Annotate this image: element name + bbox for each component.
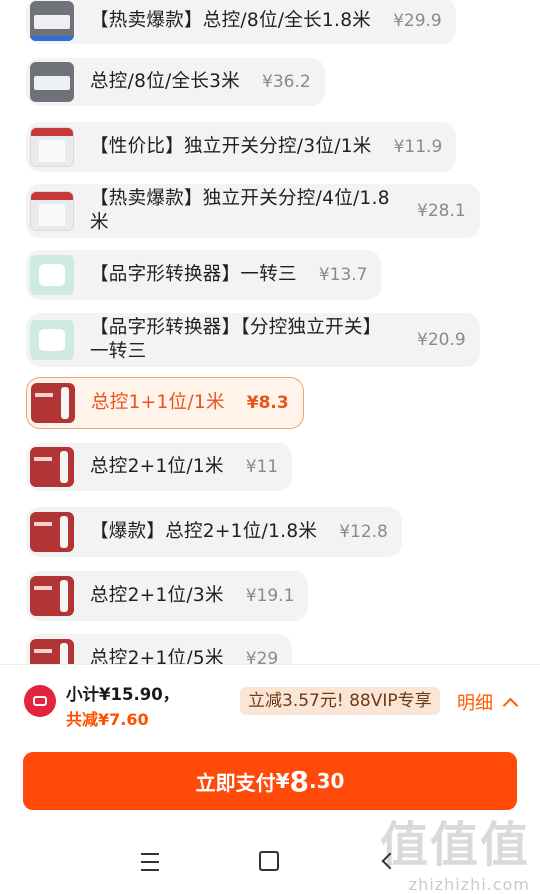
sku-option-name: 【热卖爆款】总控/8位/全长1.8米 <box>90 10 372 31</box>
sku-option-name: 总控/8位/全长3米 <box>90 71 241 92</box>
pay-currency: ¥ <box>275 769 290 793</box>
product-thumbnail <box>30 447 74 487</box>
sku-option-price: ¥29.9 <box>393 11 442 31</box>
sku-option[interactable]: 【品字形转换器】【分控独立开关】一转三 ¥20.9 <box>26 313 480 367</box>
product-thumbnail <box>30 639 74 664</box>
sku-option[interactable]: 【热卖爆款】独立开关分控/4位/1.8米 ¥28.1 <box>26 184 480 238</box>
checkout-footer: 小计¥15.90， 共减¥7.60 立减3.57元! 88VIP专享 明细 立即… <box>0 664 540 894</box>
pay-label: 立即支付 <box>195 770 276 795</box>
product-thumbnail <box>30 255 74 295</box>
sku-option-name: 总控2+1位/5米 <box>90 648 224 664</box>
detail-label: 明细 <box>457 693 493 714</box>
product-thumbnail <box>30 320 74 360</box>
product-thumbnail <box>30 191 74 231</box>
chevron-up-icon <box>502 697 519 713</box>
product-thumbnail <box>30 62 74 102</box>
sku-option-price: ¥28.1 <box>417 201 466 221</box>
sku-option-price: ¥29 <box>245 649 279 664</box>
home-icon[interactable] <box>259 851 279 871</box>
pay-amount-decimal: .30 <box>308 769 345 793</box>
sku-option-selected[interactable]: 总控1+1位/1米 ¥8.3 <box>26 377 304 429</box>
product-thumbnail <box>31 383 75 423</box>
vip-promo-badge: 立减3.57元! 88VIP专享 <box>240 687 440 715</box>
sku-option[interactable]: 总控2+1位/1米 ¥11 <box>26 443 293 491</box>
system-nav-bar <box>0 843 540 891</box>
sku-option-price: ¥20.9 <box>417 330 466 350</box>
product-thumbnail <box>30 127 74 167</box>
product-thumbnail <box>30 512 74 552</box>
sku-option[interactable]: 【热卖爆款】总控/8位/全长1.8米 ¥29.9 <box>26 0 456 44</box>
sku-option[interactable]: 【爆款】总控2+1位/1.8米 ¥12.8 <box>26 507 402 557</box>
sku-option-list: 【热卖爆款】总控/8位/全长1.8米 ¥29.9 总控/8位/全长3米 ¥36.… <box>0 0 540 664</box>
sku-option-price: ¥11 <box>245 457 279 477</box>
pay-now-button[interactable]: 立即支付 ¥ 8 .30 <box>23 752 517 810</box>
pay-amount-integer: 8 <box>289 764 309 798</box>
sku-option[interactable]: 总控/8位/全长3米 ¥36.2 <box>26 58 325 106</box>
product-thumbnail <box>30 576 74 616</box>
sku-option[interactable]: 【品字形转换器】一转三 ¥13.7 <box>26 250 382 300</box>
sku-option-name: 【品字形转换器】【分控独立开关】一转三 <box>90 317 382 362</box>
sku-option-price: ¥19.1 <box>245 586 295 606</box>
sku-option-name: 【热卖爆款】独立开关分控/4位/1.8米 <box>90 188 390 233</box>
sku-option-name: 【爆款】总控2+1位/1.8米 <box>90 521 318 542</box>
sku-option-name: 总控1+1位/1米 <box>91 392 225 413</box>
sku-option[interactable]: 总控2+1位/3米 ¥19.1 <box>26 571 309 621</box>
back-icon[interactable] <box>381 852 399 870</box>
sku-option-price: ¥12.8 <box>339 522 388 542</box>
sku-option[interactable]: 【性价比】独立开关分控/3位/1米 ¥11.9 <box>26 122 457 172</box>
discount-text: 共减¥7.60 <box>66 710 149 729</box>
sku-option-name: 【性价比】独立开关分控/3位/1米 <box>90 136 372 157</box>
detail-toggle[interactable]: 明细 <box>457 689 519 715</box>
product-thumbnail <box>30 1 74 41</box>
sku-option-price: ¥13.7 <box>318 265 368 285</box>
sku-option-name: 总控2+1位/3米 <box>90 585 224 606</box>
coupon-logo-icon <box>24 685 56 717</box>
sku-option-price: ¥11.9 <box>393 137 443 157</box>
menu-icon[interactable] <box>141 853 159 871</box>
sku-option-price: ¥8.3 <box>246 393 289 413</box>
sku-option-name: 【品字形转换器】一转三 <box>90 264 297 285</box>
subtotal-text: 小计¥15.90， <box>66 685 180 704</box>
sku-option-price: ¥36.2 <box>262 72 311 92</box>
sku-option[interactable]: 总控2+1位/5米 ¥29 <box>26 634 293 664</box>
sku-option-name: 总控2+1位/1米 <box>90 456 224 477</box>
